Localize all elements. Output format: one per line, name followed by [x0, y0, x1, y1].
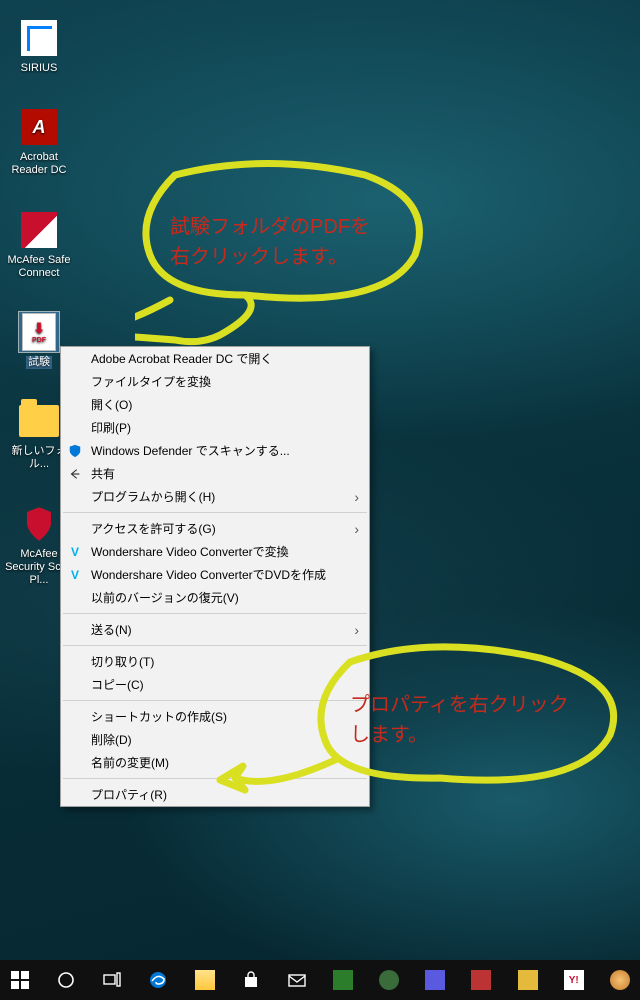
context-menu-item[interactable]: 名前の変更(M) — [61, 751, 369, 774]
context-menu-item-label: コピー(C) — [91, 676, 144, 693]
sirius-icon — [21, 20, 57, 56]
taskbar-app-generic[interactable] — [600, 960, 640, 1000]
context-menu-item[interactable]: プログラムから開く(H) — [61, 485, 369, 508]
context-menu: Adobe Acrobat Reader DC で開くファイルタイプを変換開く(… — [60, 346, 370, 807]
taskbar-app-edge[interactable] — [138, 960, 178, 1000]
context-menu-item[interactable]: V Wondershare Video Converterで変換 — [61, 540, 369, 563]
desktop-icon-label: McAfee Safe Connect — [0, 254, 78, 280]
context-menu-item[interactable]: コピー(C) — [61, 673, 369, 696]
taskbar-app-generic[interactable]: Y! — [554, 960, 594, 1000]
context-menu-item-label: 以前のバージョンの復元(V) — [91, 589, 239, 606]
pdf-icon: ⬇PDF — [22, 313, 56, 351]
desktop-icon-sirius[interactable]: SIRIUS — [0, 18, 78, 75]
taskbar-app-generic[interactable] — [323, 960, 363, 1000]
wondershare-icon: V — [67, 544, 83, 560]
defender-icon — [67, 443, 83, 459]
context-menu-item-label: 共有 — [91, 465, 115, 482]
taskbar-app-generic[interactable] — [508, 960, 548, 1000]
folder-icon — [195, 970, 215, 990]
context-menu-item-label: Windows Defender でスキャンする... — [91, 442, 290, 459]
context-menu-separator — [63, 778, 367, 779]
wondershare-icon: V — [67, 567, 83, 583]
app-icon — [333, 970, 353, 990]
desktop-icon-mcafee-safe[interactable]: McAfee Safe Connect — [0, 210, 78, 280]
task-view-button[interactable] — [92, 960, 132, 1000]
context-menu-item[interactable]: 以前のバージョンの復元(V) — [61, 586, 369, 609]
app-icon — [610, 970, 630, 990]
context-menu-item-label: Adobe Acrobat Reader DC で開く — [91, 350, 272, 367]
context-menu-item[interactable]: ファイルタイプを変換 — [61, 370, 369, 393]
context-menu-item[interactable]: 削除(D) — [61, 728, 369, 751]
context-menu-item[interactable]: 切り取り(T) — [61, 650, 369, 673]
yahoo-icon: Y! — [564, 970, 584, 990]
share-icon — [67, 466, 83, 482]
context-menu-item-label: Wondershare Video ConverterでDVDを作成 — [91, 566, 326, 583]
desktop-icon-label: SIRIUS — [19, 62, 60, 75]
context-menu-separator — [63, 512, 367, 513]
desktop-icon-label: Acrobat Reader DC — [0, 151, 78, 177]
context-menu-item-label: 印刷(P) — [91, 419, 131, 436]
cortana-button[interactable] — [46, 960, 86, 1000]
context-menu-item-label: プログラムから開く(H) — [91, 488, 215, 505]
taskbar-app-generic[interactable] — [461, 960, 501, 1000]
context-menu-item[interactable]: ショートカットの作成(S) — [61, 705, 369, 728]
desktop-icon-acrobat[interactable]: A Acrobat Reader DC — [0, 107, 78, 177]
context-menu-item-label: ファイルタイプを変換 — [91, 373, 211, 390]
context-menu-item[interactable]: アクセスを許可する(G) — [61, 517, 369, 540]
context-menu-item-label: ショートカットの作成(S) — [91, 708, 227, 725]
context-menu-item[interactable]: 印刷(P) — [61, 416, 369, 439]
context-menu-item-label: 削除(D) — [91, 731, 132, 748]
taskbar: Y! — [0, 960, 640, 1000]
start-button[interactable] — [0, 960, 40, 1000]
context-menu-item-label: プロパティ(R) — [91, 786, 167, 803]
acrobat-icon: A — [21, 109, 57, 145]
context-menu-item[interactable]: Windows Defender でスキャンする... — [61, 439, 369, 462]
context-menu-item[interactable]: Adobe Acrobat Reader DC で開く — [61, 347, 369, 370]
taskbar-app-generic[interactable] — [415, 960, 455, 1000]
context-menu-separator — [63, 613, 367, 614]
context-menu-item[interactable]: 開く(O) — [61, 393, 369, 416]
app-icon — [379, 970, 399, 990]
context-menu-item[interactable]: 共有 — [61, 462, 369, 485]
mcafee-shield-icon — [24, 506, 54, 542]
context-menu-item-label: 名前の変更(M) — [91, 754, 169, 771]
taskbar-app-generic[interactable] — [369, 960, 409, 1000]
context-menu-item-label: アクセスを許可する(G) — [91, 520, 216, 537]
context-menu-item[interactable]: 送る(N) — [61, 618, 369, 641]
context-menu-item[interactable]: プロパティ(R) — [61, 783, 369, 806]
app-icon — [471, 970, 491, 990]
context-menu-item-label: 切り取り(T) — [91, 653, 154, 670]
taskbar-app-mail[interactable] — [277, 960, 317, 1000]
context-menu-separator — [63, 700, 367, 701]
context-menu-item[interactable]: V Wondershare Video ConverterでDVDを作成 — [61, 563, 369, 586]
context-menu-item-label: 開く(O) — [91, 396, 132, 413]
app-icon — [518, 970, 538, 990]
taskbar-app-store[interactable] — [231, 960, 271, 1000]
context-menu-item-label: Wondershare Video Converterで変換 — [91, 543, 289, 560]
app-icon — [425, 970, 445, 990]
taskbar-app-explorer[interactable] — [185, 960, 225, 1000]
mcafee-icon — [21, 212, 57, 248]
context-menu-item-label: 送る(N) — [91, 621, 132, 638]
context-menu-separator — [63, 645, 367, 646]
desktop-icon-label: 試験 — [26, 356, 52, 369]
folder-icon — [19, 405, 59, 437]
